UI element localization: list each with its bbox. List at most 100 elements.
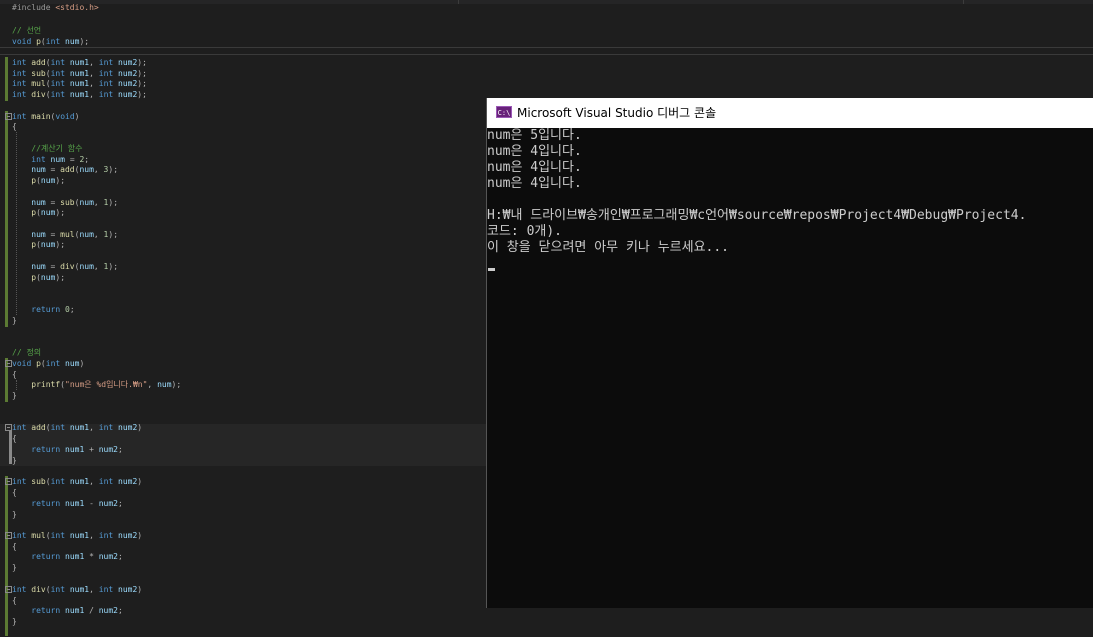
code-token: , — [93, 198, 104, 207]
code-line[interactable]: { — [12, 121, 17, 132]
code-line[interactable]: int add(int num1, int num2) — [12, 422, 142, 433]
code-line[interactable]: return num1 - num2; — [12, 498, 123, 509]
code-token: num — [79, 262, 94, 271]
code-line[interactable]: #include <stdio.h> — [12, 2, 99, 13]
code-token: int — [50, 585, 66, 594]
code-token: //계산기 함수 — [31, 144, 83, 153]
code-line[interactable]: int sub(int num1, int num2) — [12, 476, 142, 487]
code-token: int — [12, 58, 27, 67]
code-token: div — [31, 90, 46, 99]
code-token: int — [12, 112, 27, 121]
collapse-icon[interactable] — [5, 360, 12, 367]
code-line[interactable]: } — [12, 390, 17, 401]
code-line[interactable]: void p(int num) — [12, 358, 84, 369]
code-token: ); — [55, 208, 66, 217]
collapse-icon[interactable] — [5, 424, 12, 431]
code-line[interactable]: } — [12, 315, 17, 326]
code-line[interactable]: int div(int num1, int num2) — [12, 584, 142, 595]
code-line[interactable]: } — [12, 509, 17, 520]
code-token: ; — [84, 155, 90, 164]
console-line: 이 창을 닫으려면 아무 키나 누르세요... — [487, 240, 730, 255]
code-line[interactable]: p(num); — [12, 175, 65, 186]
code-token: ; — [117, 552, 123, 561]
code-token: void — [12, 359, 32, 368]
code-token: add — [31, 423, 46, 432]
divider — [0, 47, 1093, 48]
code-line[interactable]: { — [12, 487, 17, 498]
code-line[interactable]: { — [12, 433, 17, 444]
code-line[interactable]: } — [12, 455, 17, 466]
code-line[interactable]: return num1 * num2; — [12, 551, 123, 562]
code-line[interactable]: printf("num은 %d입니다.₩n", num); — [12, 379, 181, 390]
code-line[interactable]: //계산기 함수 — [12, 143, 83, 154]
code-line[interactable]: int mul(int num1, int num2) — [12, 530, 142, 541]
code-line[interactable]: return num1 + num2; — [12, 444, 123, 455]
code-line[interactable]: p(num); — [12, 207, 65, 218]
code-token: - — [84, 499, 99, 508]
code-token: } — [12, 563, 17, 572]
code-token: int — [31, 155, 46, 164]
code-line[interactable]: num = add(num, 3); — [12, 164, 118, 175]
code-line[interactable]: } — [12, 562, 17, 573]
collapse-icon[interactable] — [5, 478, 12, 485]
code-token: mul — [60, 230, 75, 239]
code-token: void — [55, 112, 75, 121]
console-line: H:₩내 드라이브₩송개인₩프로그래밍₩c언어₩source₩repos₩Pro… — [487, 208, 1027, 223]
code-token: int — [12, 477, 27, 486]
code-token: num1 — [69, 79, 90, 88]
code-line[interactable]: int div(int num1, int num2); — [12, 89, 147, 100]
code-token: sub — [31, 69, 46, 78]
code-line[interactable]: int mul(int num1, int num2); — [12, 78, 147, 89]
code-token: } — [12, 316, 17, 325]
code-token: // 정의 — [12, 348, 42, 357]
code-token: ); — [79, 37, 90, 46]
code-token: num1 — [69, 58, 90, 67]
collapse-icon[interactable] — [5, 532, 12, 539]
code-token: mul — [31, 79, 46, 88]
code-token: num — [79, 165, 94, 174]
code-line[interactable]: num = div(num, 1); — [12, 261, 118, 272]
code-token: { — [12, 596, 17, 605]
code-token: num2 — [118, 423, 138, 432]
code-line[interactable]: return num1 / num2; — [12, 605, 123, 616]
debug-console-window[interactable]: C:\ Microsoft Visual Studio 디버그 콘솔 num은 … — [486, 98, 1093, 608]
code-line[interactable]: // 정의 — [12, 347, 41, 358]
code-token: ; — [117, 606, 123, 615]
code-line[interactable]: int main(void) — [12, 111, 79, 122]
code-token: num — [65, 37, 80, 46]
code-token: ); — [171, 380, 182, 389]
code-line[interactable]: int add(int num1, int num2); — [12, 57, 147, 68]
code-token: int — [50, 79, 66, 88]
code-token: ) — [137, 423, 143, 432]
code-token: int — [50, 531, 66, 540]
code-line[interactable]: return 0; — [12, 304, 74, 315]
code-line[interactable]: } — [12, 616, 17, 627]
code-token: , — [89, 423, 99, 432]
code-token: int — [12, 585, 27, 594]
code-token: num — [40, 240, 56, 249]
collapse-icon[interactable] — [5, 586, 12, 593]
code-token: int — [98, 69, 114, 78]
code-token: , — [147, 380, 158, 389]
code-token: return — [31, 606, 61, 615]
code-token: { — [12, 488, 17, 497]
console-titlebar[interactable]: C:\ Microsoft Visual Studio 디버그 콘솔 — [487, 98, 1093, 128]
code-line[interactable]: p(num); — [12, 272, 65, 283]
code-token: , — [89, 477, 99, 486]
code-token: num2 — [118, 58, 138, 67]
code-token: num — [79, 198, 94, 207]
code-line[interactable]: void p(int num); — [12, 36, 89, 47]
collapse-icon[interactable] — [5, 113, 12, 120]
code-token: ) — [74, 112, 80, 121]
code-line[interactable]: p(num); — [12, 239, 65, 250]
window-title: Microsoft Visual Studio 디버그 콘솔 — [517, 106, 717, 120]
code-token: num1 — [65, 606, 85, 615]
code-line[interactable]: // 선언 — [12, 25, 41, 36]
code-token: / — [84, 606, 99, 615]
console-app-icon: C:\ — [496, 106, 512, 118]
code-token: <stdio.h> — [55, 3, 99, 12]
